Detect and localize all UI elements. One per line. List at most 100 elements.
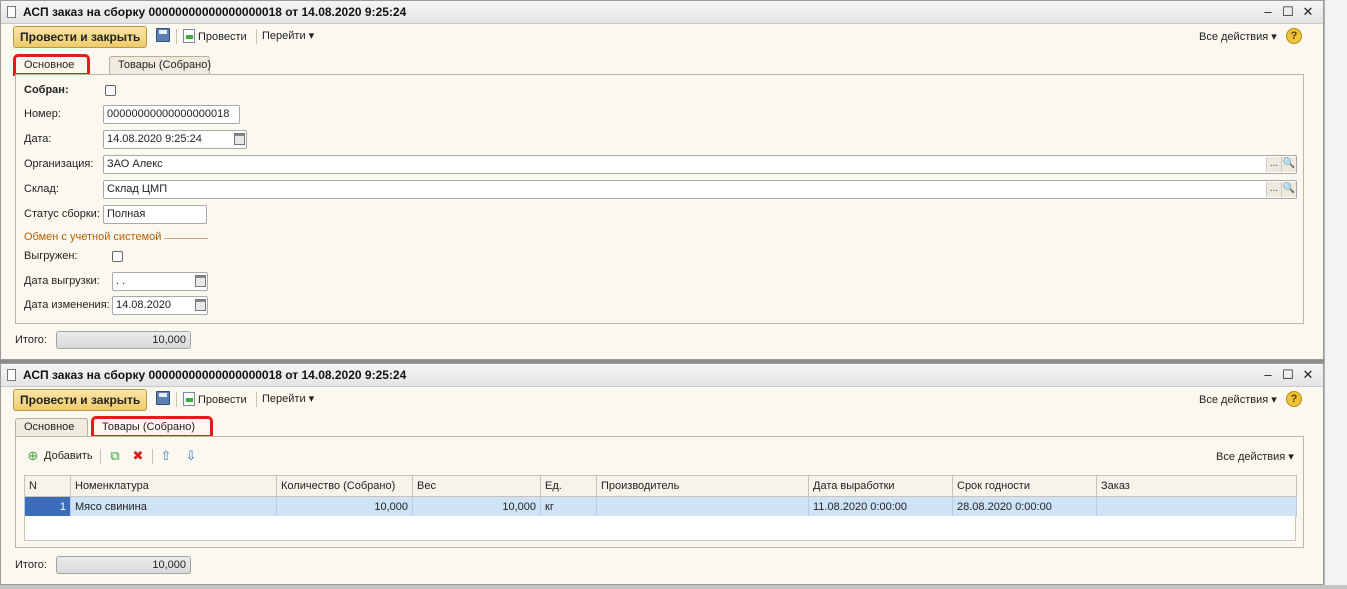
cell-expiry[interactable]: 28.08.2020 0:00:00 <box>952 496 1097 517</box>
table-row[interactable]: 1 Мясо свинина 10,000 10,000 кг 11.08.20… <box>24 496 1297 517</box>
total-label: Итого: <box>15 334 47 346</box>
toolbar-separator <box>152 449 153 464</box>
window-title: АСП заказ на сборку 00000000000000000018… <box>23 5 407 19</box>
calendar-icon[interactable] <box>234 133 245 145</box>
post-label: Провести <box>198 31 247 43</box>
date-value: 14.08.2020 9:25:24 <box>107 133 202 145</box>
collected-label: Собран: <box>24 84 69 96</box>
goto-menu[interactable]: Перейти ▾ <box>262 392 314 405</box>
table-empty-area[interactable] <box>24 516 1296 541</box>
status-field[interactable]: Полная <box>103 205 207 224</box>
maximize-button[interactable]: ☐ <box>1279 366 1297 384</box>
column-header-n[interactable]: N <box>24 475 71 497</box>
toolbar-separator <box>256 29 257 44</box>
move-up-icon[interactable]: ⇧ <box>159 449 173 463</box>
column-header-expiry[interactable]: Срок годности <box>952 475 1097 497</box>
goods-table[interactable]: N Номенклатура Количество (Собрано) Вес … <box>24 475 1297 517</box>
column-header-weight[interactable]: Вес <box>412 475 541 497</box>
all-actions-label: Все действия <box>1199 31 1269 43</box>
cell-maker[interactable] <box>596 496 809 517</box>
column-header-prod-date[interactable]: Дата выработки <box>808 475 953 497</box>
collected-checkbox[interactable] <box>105 85 116 96</box>
goods-panel: ⊕ Добавить ⧉ ✖ ⇧ ⇩ Все действия ▾ N Номе… <box>15 436 1304 548</box>
organization-label: Организация: <box>24 158 94 170</box>
post-and-close-button[interactable]: Провести и закрыть <box>13 389 148 411</box>
post-document-icon <box>183 392 195 406</box>
table-header: N Номенклатура Количество (Собрано) Вес … <box>24 475 1297 497</box>
delete-icon[interactable]: ✖ <box>131 449 145 463</box>
copy-icon[interactable]: ⧉ <box>108 449 122 463</box>
select-button[interactable]: ... <box>1266 157 1281 172</box>
cell-qty[interactable]: 10,000 <box>276 496 413 517</box>
post-button[interactable]: Провести <box>183 29 247 43</box>
search-icon[interactable]: 🔍 <box>1281 157 1296 172</box>
add-icon[interactable]: ⊕ <box>26 449 40 463</box>
toolbar-separator <box>176 392 177 407</box>
export-date-value: . . <box>116 275 126 287</box>
tab-main[interactable]: Основное <box>13 54 90 76</box>
save-icon[interactable] <box>156 391 170 405</box>
window-controls: – ☐ ✕ <box>1259 366 1317 384</box>
maximize-button[interactable]: ☐ <box>1279 3 1297 21</box>
warehouse-field[interactable]: Склад ЦМП ... 🔍 <box>103 180 1297 199</box>
window-title: АСП заказ на сборку 00000000000000000018… <box>23 368 407 382</box>
toolbar-separator <box>100 449 101 464</box>
post-button[interactable]: Провести <box>183 392 247 406</box>
tab-goods[interactable]: Товары (Собрано) <box>91 416 213 438</box>
search-icon[interactable]: 🔍 <box>1281 182 1296 197</box>
cell-unit[interactable]: кг <box>540 496 597 517</box>
select-button[interactable]: ... <box>1266 182 1281 197</box>
organization-value: ЗАО Алекс <box>107 158 163 170</box>
change-date-value: 14.08.2020 <box>116 299 172 311</box>
tab-main[interactable]: Основное <box>15 418 88 436</box>
total-label: Итого: <box>15 559 47 571</box>
goto-menu[interactable]: Перейти ▾ <box>262 29 314 42</box>
warehouse-value: Склад ЦМП <box>107 183 168 195</box>
column-header-item[interactable]: Номенклатура <box>70 475 277 497</box>
exported-checkbox[interactable] <box>112 251 123 262</box>
minimize-button[interactable]: – <box>1259 366 1277 384</box>
grid-all-actions-menu[interactable]: Все действия ▾ <box>1216 450 1294 463</box>
close-button[interactable]: ✕ <box>1299 3 1317 21</box>
cell-prod-date[interactable]: 11.08.2020 0:00:00 <box>808 496 953 517</box>
help-icon[interactable]: ? <box>1286 28 1302 44</box>
toolbar-separator <box>176 29 177 44</box>
tab-goods[interactable]: Товары (Собрано) <box>109 56 211 74</box>
export-date-field[interactable]: . . <box>112 272 208 291</box>
all-actions-menu[interactable]: Все действия ▾ <box>1199 393 1277 406</box>
move-down-icon[interactable]: ⇩ <box>184 449 198 463</box>
column-header-qty[interactable]: Количество (Собрано) <box>276 475 413 497</box>
date-field[interactable]: 14.08.2020 9:25:24 <box>103 130 247 149</box>
cell-n[interactable]: 1 <box>24 496 71 517</box>
cell-order[interactable] <box>1096 496 1297 517</box>
warehouse-label: Склад: <box>24 183 59 195</box>
minimize-button[interactable]: – <box>1259 3 1277 21</box>
change-date-field[interactable]: 14.08.2020 <box>112 296 208 315</box>
all-actions-menu[interactable]: Все действия ▾ <box>1199 30 1277 43</box>
column-header-order[interactable]: Заказ <box>1096 475 1297 497</box>
post-and-close-button[interactable]: Провести и закрыть <box>13 26 148 48</box>
document-icon <box>7 6 16 18</box>
calendar-icon[interactable] <box>195 299 206 311</box>
cell-item[interactable]: Мясо свинина <box>70 496 277 517</box>
toolbar: Провести и закрыть Провести Перейти ▾ Вс… <box>1 388 1323 412</box>
toolbar-separator <box>256 392 257 407</box>
add-button[interactable]: Добавить <box>44 450 93 462</box>
toolbar: Провести и закрыть Провести Перейти ▾ Вс… <box>1 25 1323 49</box>
cell-weight[interactable]: 10,000 <box>412 496 541 517</box>
close-button[interactable]: ✕ <box>1299 366 1317 384</box>
goto-label: Перейти <box>262 30 306 42</box>
column-header-maker[interactable]: Производитель <box>596 475 809 497</box>
organization-field[interactable]: ЗАО Алекс ... 🔍 <box>103 155 1297 174</box>
order-window-main: АСП заказ на сборку 00000000000000000018… <box>0 0 1324 360</box>
group-divider <box>164 238 208 239</box>
save-icon[interactable] <box>156 28 170 42</box>
status-label: Статус сборки: <box>24 208 100 220</box>
side-strip <box>1324 0 1347 589</box>
calendar-icon[interactable] <box>195 275 206 287</box>
number-field[interactable]: 00000000000000000018 <box>103 105 240 124</box>
goto-label: Перейти <box>262 393 306 405</box>
column-header-unit[interactable]: Ед. <box>540 475 597 497</box>
help-icon[interactable]: ? <box>1286 391 1302 407</box>
main-panel: Собран: Номер: 00000000000000000018 Дата… <box>15 74 1304 324</box>
